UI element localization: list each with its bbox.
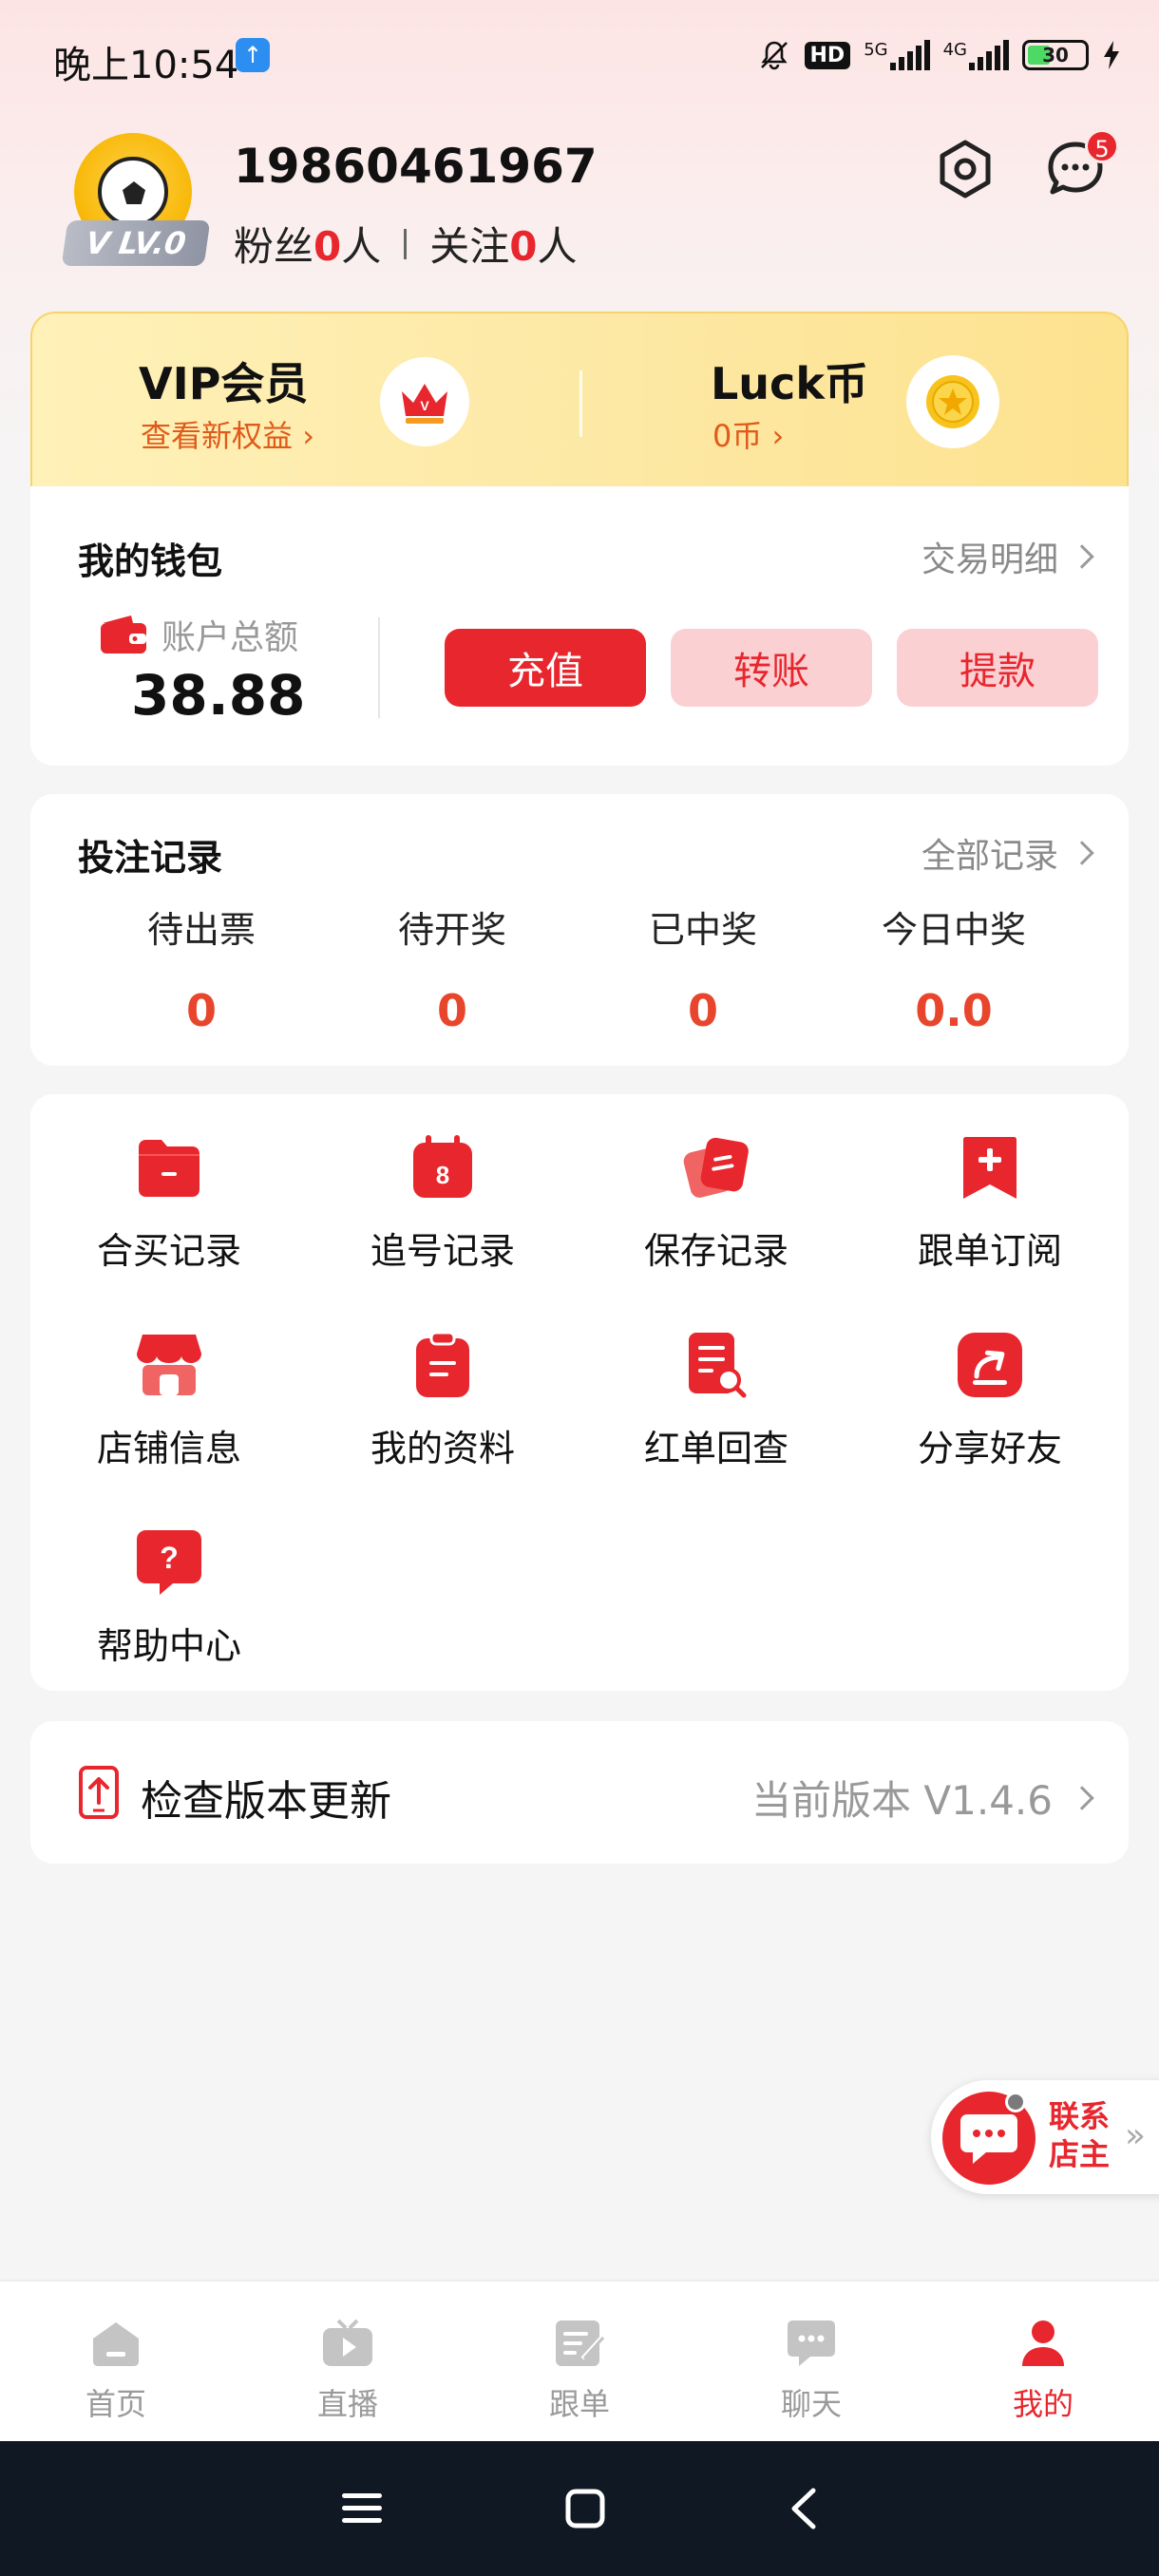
status-icons: HD 5G 4G 30 — [757, 34, 1122, 76]
bottom-tab-bar: 首页 直播 跟单 聊天 我的 — [0, 2280, 1159, 2441]
level-badge: V LV.0 — [61, 220, 211, 266]
gear-icon — [940, 140, 991, 199]
menu-item-shop-info[interactable]: 店铺信息 — [65, 1330, 274, 1501]
bookmark-icon — [955, 1132, 1025, 1203]
shop-icon — [134, 1330, 204, 1400]
double-chevron-icon: » — [1125, 2116, 1147, 2155]
tab-me[interactable]: 我的 — [927, 2282, 1159, 2441]
bet-stat-pending-draw[interactable]: 待开奖 0 — [348, 900, 557, 1036]
soccer-ball-icon — [98, 157, 168, 227]
tab-live[interactable]: 直播 — [232, 2282, 464, 2441]
luck-subtitle: 0币 › — [712, 418, 785, 454]
menu-item-saved-records[interactable]: 保存记录 — [612, 1132, 821, 1303]
message-count-badge: 5 — [1085, 129, 1119, 163]
chevron-right-icon — [1070, 1785, 1094, 1810]
phone-upload-icon — [79, 1766, 119, 1819]
help-icon: ? — [134, 1527, 204, 1598]
hd-icon: HD — [804, 41, 851, 69]
crown-icon: V — [380, 357, 469, 446]
wallet-title: 我的钱包 — [78, 540, 223, 582]
menu-icon[interactable] — [340, 2490, 384, 2528]
battery-icon: 30 — [1022, 40, 1089, 70]
coin-icon — [906, 355, 999, 448]
menu-item-help-center[interactable]: ? 帮助中心 — [65, 1527, 274, 1698]
user-phone: 19860461967 — [234, 139, 598, 194]
online-dot — [1005, 2092, 1026, 2112]
back-icon[interactable] — [787, 2487, 819, 2530]
svg-text:V: V — [420, 398, 429, 413]
luck-title: Luck币 — [711, 358, 868, 409]
svg-text:8: 8 — [436, 1161, 449, 1189]
menu-item-group-buy-records[interactable]: 合买记录 — [65, 1132, 274, 1303]
live-icon — [321, 2318, 374, 2369]
balance-label: 账户总额 — [99, 610, 298, 659]
settings-button[interactable] — [929, 133, 1001, 205]
menu-item-follow-subscription[interactable]: 跟单订阅 — [885, 1132, 1094, 1303]
home-square-icon[interactable] — [564, 2488, 606, 2529]
menu-item-chase-records[interactable]: 8 追号记录 — [338, 1132, 547, 1303]
contact-owner-button[interactable]: 联系 店主 » — [931, 2080, 1159, 2194]
bet-stat-won[interactable]: 已中奖 0 — [598, 900, 808, 1036]
bet-stat-pending-ticket[interactable]: 待出票 0 — [97, 900, 306, 1036]
recharge-button[interactable]: 充值 — [445, 629, 646, 707]
cards-icon — [681, 1132, 751, 1203]
share-icon — [955, 1330, 1025, 1400]
current-version: 当前版本 V1.4.6 — [751, 1769, 1094, 1827]
all-records-link[interactable]: 全部记录 — [922, 828, 1094, 878]
tab-home[interactable]: 首页 — [0, 2282, 232, 2441]
status-bar: 晚上10:54 ↑ HD 5G 4G 30 — [0, 0, 1159, 114]
contact-label: 联系 店主 — [1049, 2098, 1111, 2172]
divider — [580, 370, 582, 437]
vip-title: VIP会员 — [139, 358, 309, 409]
chevron-right-icon — [1070, 544, 1094, 569]
system-nav-bar — [0, 2441, 1159, 2576]
divider — [378, 617, 380, 718]
bet-records-card: 投注记录 全部记录 待出票 0 待开奖 0 已中奖 0 今日中奖 0.0 — [30, 794, 1129, 1066]
calendar-icon: 8 — [408, 1132, 478, 1203]
signal-4g-icon: 4G — [943, 40, 1009, 70]
wallet-icon — [101, 616, 146, 653]
chevron-right-icon — [1070, 841, 1094, 865]
bell-muted-icon — [757, 38, 791, 72]
follow-link[interactable]: 关注0人 — [429, 215, 577, 273]
vip-banner: VIP会员 查看新权益 › V Luck币 0币 › — [30, 312, 1129, 488]
tab-follow-order[interactable]: 跟单 — [464, 2282, 695, 2441]
transaction-details-link[interactable]: 交易明细 — [922, 532, 1094, 581]
withdraw-button[interactable]: 提款 — [897, 629, 1098, 707]
follow-order-icon — [553, 2318, 606, 2369]
wallet-card: 我的钱包 交易明细 账户总额 38.88 充值 转账 提款 — [30, 486, 1129, 766]
folder-icon — [134, 1132, 204, 1203]
bet-records-title: 投注记录 — [78, 837, 223, 879]
tab-chat[interactable]: 聊天 — [695, 2282, 927, 2441]
divider — [404, 228, 408, 259]
update-title: 检查版本更新 — [141, 1777, 391, 1826]
balance-amount: 38.88 — [131, 663, 306, 728]
fans-link[interactable]: 粉丝0人 — [234, 215, 381, 273]
clipboard-icon — [408, 1330, 478, 1400]
svg-text:?: ? — [160, 1541, 179, 1575]
status-time: 晚上10:54 — [53, 44, 239, 87]
bet-stat-today-win[interactable]: 今日中奖 0.0 — [849, 900, 1058, 1036]
app-notification-icon: ↑ — [236, 38, 270, 72]
transfer-button[interactable]: 转账 — [671, 629, 872, 707]
signal-5g-icon: 5G — [864, 40, 930, 70]
chat-icon — [785, 2318, 838, 2369]
vip-subtitle: 查看新权益 › — [141, 418, 314, 454]
menu-item-share-friends[interactable]: 分享好友 — [885, 1330, 1094, 1501]
doc-search-icon — [681, 1330, 751, 1400]
menu-item-my-profile[interactable]: 我的资料 — [338, 1330, 547, 1501]
menu-item-red-order-check[interactable]: 红单回查 — [612, 1330, 821, 1501]
menu-grid-card: 合买记录 8 追号记录 保存记录 跟单订阅 店铺信息 我的资料 红单回查 分享好… — [30, 1094, 1129, 1691]
check-update-row[interactable]: 检查版本更新 当前版本 V1.4.6 — [30, 1721, 1129, 1864]
charging-icon — [1102, 40, 1121, 70]
home-icon — [89, 2318, 142, 2369]
person-icon — [1016, 2318, 1070, 2369]
follow-stats: 粉丝0人 关注0人 — [234, 215, 578, 273]
